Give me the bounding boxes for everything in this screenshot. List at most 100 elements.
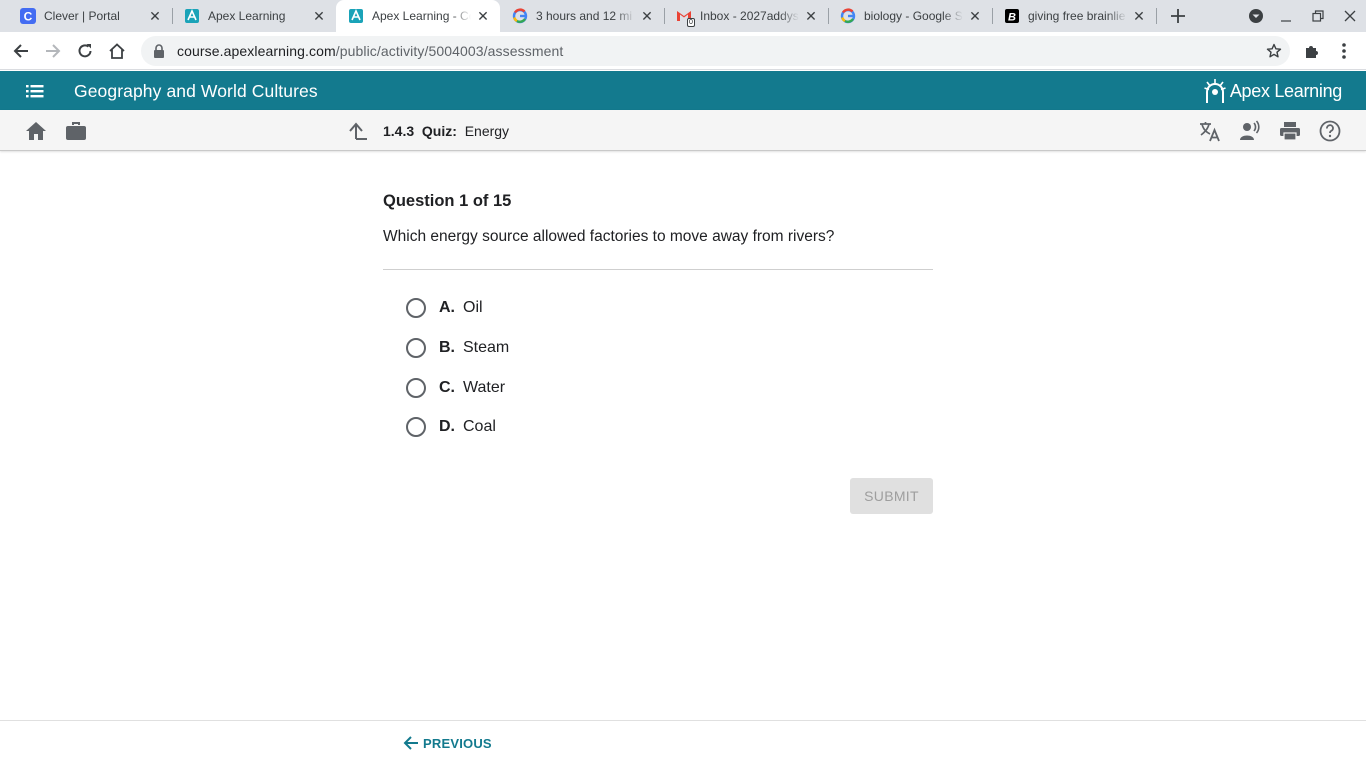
tab-title: 3 hours and 12 mi (536, 9, 633, 23)
print-button[interactable] (1279, 120, 1301, 142)
tab-title: Apex Learning (208, 9, 286, 23)
lock-icon (153, 43, 169, 59)
answer-text: Steam (463, 339, 510, 356)
tab-search-button[interactable] (1240, 0, 1272, 32)
arrow-left-icon (403, 736, 418, 750)
restore-button[interactable] (1302, 0, 1334, 32)
activity-toolbar: 1.4.3 Quiz: Energy (0, 110, 1366, 151)
question-prompt: Which energy source allowed factories to… (383, 228, 835, 245)
home-button[interactable] (101, 35, 133, 67)
close-tab-icon[interactable]: ✕ (639, 8, 655, 24)
minimize-icon (1281, 20, 1291, 22)
google-icon (840, 8, 856, 24)
browser-tab[interactable]: 0 Inbox - 2027addys ✕ (664, 0, 828, 32)
read-aloud-button[interactable] (1239, 120, 1261, 142)
bookmark-star-icon[interactable] (1266, 43, 1282, 64)
home-icon (26, 122, 46, 140)
reload-button[interactable] (69, 35, 101, 67)
up-level-button[interactable] (347, 120, 369, 142)
help-button[interactable] (1319, 120, 1341, 142)
answer-letter: B. (439, 339, 455, 356)
answer-option-d[interactable]: D. Coal (406, 415, 496, 439)
translate-icon (1200, 122, 1220, 142)
browser-tab[interactable]: 3 hours and 12 mi ✕ (500, 0, 664, 32)
new-tab-button[interactable] (1162, 0, 1194, 32)
close-tab-icon[interactable]: ✕ (967, 8, 983, 24)
activity-number: 1.4.3 (383, 123, 415, 139)
answer-text: Coal (463, 418, 496, 435)
apex-icon (348, 8, 364, 24)
close-tab-icon[interactable]: ✕ (1131, 8, 1147, 24)
previous-button[interactable]: PREVIOUS (402, 735, 492, 751)
radio-button[interactable] (406, 298, 426, 318)
tab-title: giving free brainlie (1028, 9, 1126, 23)
back-button[interactable] (5, 35, 37, 67)
svg-text:B: B (1008, 12, 1016, 24)
help-circle-icon (1319, 120, 1341, 142)
browser-tab-active[interactable]: Apex Learning - Co ✕ (336, 0, 500, 32)
reload-icon (78, 44, 92, 58)
plus-icon (1171, 9, 1185, 23)
brainly-icon: B (1004, 8, 1020, 24)
gmail-badge: 0 (687, 18, 695, 27)
close-icon (1344, 10, 1356, 22)
briefcase-icon (66, 122, 86, 140)
activity-footer: PREVIOUS (0, 720, 1366, 768)
svg-text:C: C (24, 10, 33, 24)
chevron-down-icon (1249, 9, 1263, 23)
url-text: course.apexlearning.com/public/activity/… (177, 43, 563, 59)
answer-text: Oil (463, 299, 483, 316)
browser-tab[interactable]: B giving free brainlie ✕ (992, 0, 1156, 32)
forward-button[interactable] (37, 35, 69, 67)
apex-logo-icon (1204, 79, 1226, 103)
restore-icon (1312, 10, 1324, 22)
radio-button[interactable] (406, 378, 426, 398)
close-tab-icon[interactable]: ✕ (147, 8, 163, 24)
answer-option-c[interactable]: C. Water (406, 376, 505, 400)
tab-separator (1156, 8, 1157, 24)
browser-tab[interactable]: Apex Learning ✕ (172, 0, 336, 32)
submit-button[interactable]: SUBMIT (850, 478, 933, 514)
list-menu-icon (26, 85, 44, 98)
close-window-button[interactable] (1334, 0, 1366, 32)
course-header: Geography and World Cultures Apex Learni… (0, 71, 1366, 110)
clever-icon: C (20, 8, 36, 24)
browser-tab[interactable]: biology - Google S ✕ (828, 0, 992, 32)
url-path: /public/activity/5004003/assessment (335, 43, 564, 59)
extensions-button[interactable] (1296, 35, 1328, 67)
apex-learning-logo: Apex Learning (1204, 77, 1342, 105)
speaker-person-icon (1240, 120, 1260, 140)
answer-letter: C. (439, 379, 455, 396)
previous-label: PREVIOUS (423, 735, 492, 751)
close-tab-icon[interactable]: ✕ (803, 8, 819, 24)
apex-icon (184, 8, 200, 24)
browser-tab-strip: C Clever | Portal ✕ Apex Learning ✕ Apex… (0, 0, 1366, 32)
close-tab-icon[interactable]: ✕ (311, 8, 327, 24)
radio-button[interactable] (406, 338, 426, 358)
radio-button[interactable] (406, 417, 426, 437)
translate-button[interactable] (1199, 120, 1221, 142)
close-tab-icon[interactable]: ✕ (475, 8, 491, 24)
divider (383, 269, 933, 270)
course-menu-button[interactable] (24, 80, 48, 102)
answer-letter: D. (439, 418, 455, 435)
puzzle-icon (1306, 46, 1318, 58)
logo-text: Apex Learning (1229, 80, 1342, 101)
address-bar[interactable]: course.apexlearning.com/public/activity/… (141, 36, 1290, 66)
browser-tab[interactable]: C Clever | Portal ✕ (8, 0, 172, 32)
more-vertical-icon (1342, 43, 1346, 59)
briefcase-button[interactable] (65, 120, 87, 142)
activity-name: Energy (464, 123, 510, 139)
gmail-icon: 0 (676, 8, 695, 27)
tab-title: Inbox - 2027addys (700, 9, 799, 23)
arrow-right-icon (46, 44, 61, 58)
home-button[interactable] (25, 120, 47, 142)
google-icon (512, 8, 528, 24)
print-icon (1280, 122, 1300, 141)
browser-menu-button[interactable] (1328, 35, 1360, 67)
answer-option-a[interactable]: A. Oil (406, 296, 483, 320)
minimize-button[interactable] (1270, 0, 1302, 32)
tab-title: Clever | Portal (44, 9, 120, 23)
browser-toolbar: course.apexlearning.com/public/activity/… (0, 32, 1366, 70)
answer-option-b[interactable]: B. Steam (406, 336, 509, 360)
